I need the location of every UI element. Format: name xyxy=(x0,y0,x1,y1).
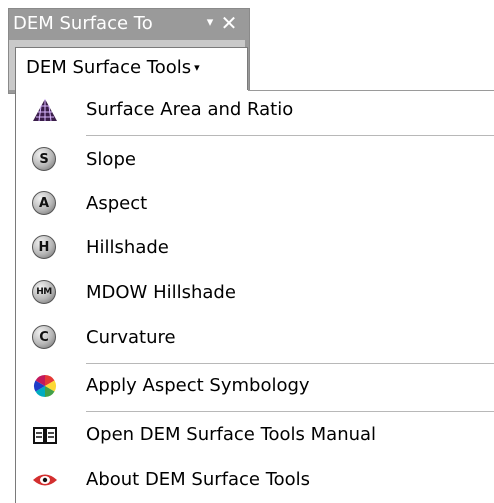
menu-item-hillshade[interactable]: H Hillshade xyxy=(16,228,494,268)
red-eye-icon xyxy=(32,467,58,493)
color-wheel-icon xyxy=(32,373,58,399)
menu-item-label: About DEM Surface Tools xyxy=(86,469,311,490)
menu-item-slope[interactable]: S Slope xyxy=(16,140,494,180)
toolbar-options-dropdown-icon[interactable]: ▾ xyxy=(202,11,218,35)
menu-item-surface-area-and-ratio[interactable]: Surface Area and Ratio xyxy=(16,90,494,130)
menu-item-label: Aspect xyxy=(86,193,148,214)
chevron-down-icon: ▾ xyxy=(194,61,200,74)
hillshade-h-icon: H xyxy=(32,235,58,261)
menu-item-label: Curvature xyxy=(86,327,176,348)
menu-item-apply-aspect-symbology[interactable]: Apply Aspect Symbology xyxy=(16,366,494,406)
menu-item-curvature[interactable]: C Curvature xyxy=(16,318,494,358)
menu-item-label: Slope xyxy=(86,149,136,170)
dropdown-menu: Surface Area and Ratio S Slope A Aspect … xyxy=(15,90,494,503)
close-icon[interactable]: ✕ xyxy=(220,11,238,35)
menu-item-aspect[interactable]: A Aspect xyxy=(16,184,494,224)
menu-item-label: Hillshade xyxy=(86,237,169,258)
menu-item-open-manual[interactable]: Open DEM Surface Tools Manual xyxy=(16,415,494,455)
menu-item-label: Surface Area and Ratio xyxy=(86,99,294,120)
menu-item-label: Apply Aspect Symbology xyxy=(86,375,310,396)
menu-item-label: Open DEM Surface Tools Manual xyxy=(86,424,377,445)
slope-s-icon: S xyxy=(32,147,58,173)
surface-mesh-icon xyxy=(32,97,58,123)
menu-item-label: MDOW Hillshade xyxy=(86,282,236,303)
curvature-c-icon: C xyxy=(32,325,58,351)
menu-separator xyxy=(86,135,494,136)
menu-item-about[interactable]: About DEM Surface Tools xyxy=(16,460,494,500)
mdow-hillshade-icon: HM xyxy=(32,280,58,306)
menu-separator xyxy=(86,411,494,412)
dem-surface-tools-menu-button[interactable]: DEM Surface Tools ▾ xyxy=(15,47,248,91)
menu-separator xyxy=(86,363,494,364)
menu-button-label: DEM Surface Tools xyxy=(26,57,192,78)
aspect-a-icon: A xyxy=(32,191,58,217)
open-book-icon xyxy=(32,422,58,448)
menu-item-mdow-hillshade[interactable]: HM MDOW Hillshade xyxy=(16,273,494,313)
